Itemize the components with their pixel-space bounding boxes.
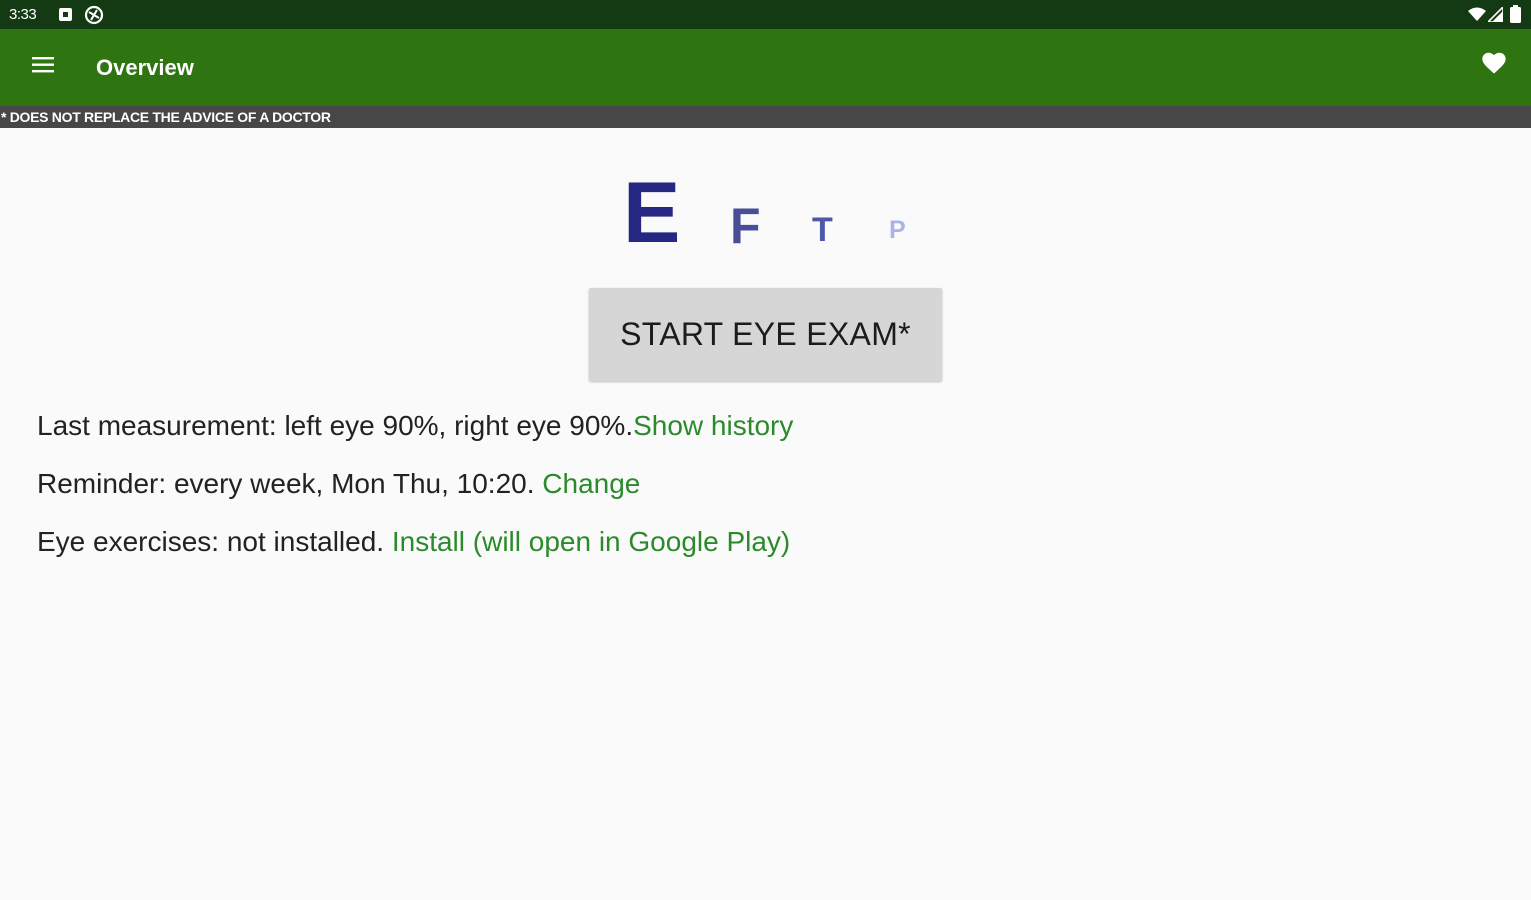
eye-chart-letters: E F T P	[0, 140, 1531, 270]
signal-icon	[1486, 5, 1504, 27]
disclaimer-text: * DOES NOT REPLACE THE ADVICE OF A DOCTO…	[1, 109, 331, 125]
wifi-icon	[1468, 7, 1486, 27]
show-history-link[interactable]: Show history	[633, 410, 793, 441]
status-time: 3:33	[9, 6, 37, 23]
eye-exercises-text: Eye exercises: not installed.	[37, 526, 392, 557]
reminder-text: Reminder: every week, Mon Thu, 10:20.	[37, 468, 543, 499]
battery-icon	[1510, 5, 1521, 28]
last-measurement-text: Last measurement: left eye 90%, right ey…	[37, 410, 634, 441]
eye-chart-letter-p: P	[889, 216, 906, 244]
change-reminder-link[interactable]: Change	[542, 468, 640, 499]
reminder-line: Reminder: every week, Mon Thu, 10:20. Ch…	[37, 468, 640, 500]
start-eye-exam-button[interactable]: START EYE EXAM*	[589, 288, 942, 381]
eye-chart-letter-t: T	[812, 211, 833, 249]
disclaimer-bar: * DOES NOT REPLACE THE ADVICE OF A DOCTO…	[0, 106, 1531, 128]
notification-icon	[58, 7, 74, 27]
eye-chart-letter-e: E	[623, 165, 681, 261]
app-bar: Overview	[0, 29, 1531, 106]
sync-icon	[84, 5, 104, 30]
eye-chart-letter-f: F	[730, 198, 761, 254]
status-bar: 3:33	[0, 0, 1531, 29]
last-measurement-line: Last measurement: left eye 90%, right ey…	[37, 410, 793, 442]
hamburger-menu-icon[interactable]	[31, 53, 55, 77]
install-exercises-link[interactable]: Install (will open in Google Play)	[392, 526, 790, 557]
page-title: Overview	[96, 55, 194, 80]
heart-icon[interactable]	[1480, 49, 1508, 77]
eye-exercises-line: Eye exercises: not installed. Install (w…	[37, 526, 790, 558]
